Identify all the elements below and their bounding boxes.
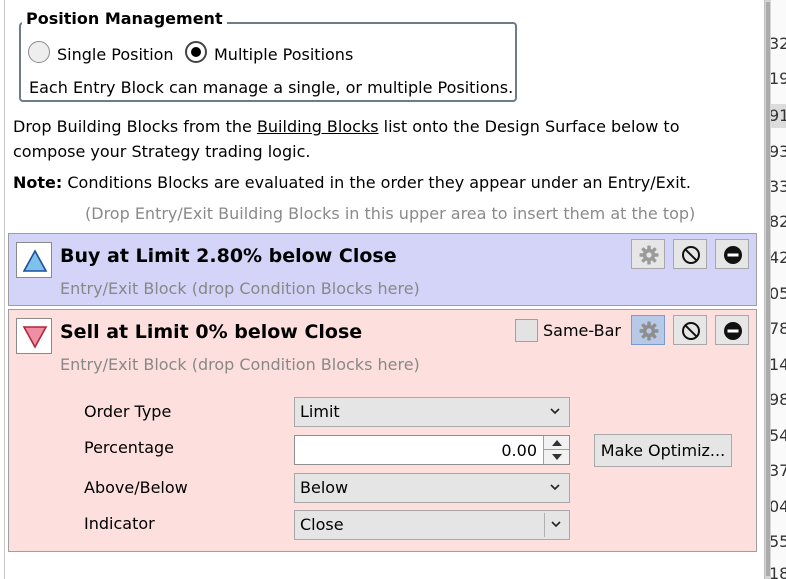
edge-number: 32	[771, 34, 786, 53]
percentage-label: Percentage	[84, 438, 175, 457]
edge-number: 78	[771, 319, 786, 338]
above-below-label: Above/Below	[84, 478, 188, 497]
same-bar-checkbox[interactable]	[515, 319, 538, 342]
instructions-line-1: Drop Building Blocks from the Building B…	[13, 117, 680, 136]
indicator-label: Indicator	[84, 514, 155, 533]
buy-block-subtitle: Entry/Exit Block (drop Condition Blocks …	[60, 279, 420, 298]
edge-number: 55	[771, 532, 786, 551]
gear-icon	[639, 245, 659, 265]
buy-block-title: Buy at Limit 2.80% below Close	[60, 245, 397, 267]
minus-circle-icon	[724, 246, 742, 264]
note-text: Conditions Blocks are evaluated in the o…	[62, 173, 691, 192]
building-blocks-link[interactable]: Building Blocks	[257, 117, 379, 136]
position-management-description: Each Entry Block can manage a single, or…	[29, 78, 514, 97]
edge-number: 05	[771, 284, 786, 303]
spin-up-icon	[552, 440, 562, 446]
above-below-value: Below	[300, 478, 349, 497]
note-line: Note: Conditions Blocks are evaluated in…	[13, 172, 691, 194]
make-optimizable-button[interactable]: Make Optimiz...	[594, 434, 732, 467]
indicator-select[interactable]: Close	[294, 510, 570, 540]
sell-remove-button[interactable]	[715, 315, 749, 345]
single-position-radio[interactable]	[28, 41, 50, 63]
chevron-down-icon	[550, 484, 560, 491]
edge-number: 82	[771, 212, 786, 231]
edge-number: 33	[771, 177, 786, 196]
spin-down-button[interactable]	[544, 450, 569, 464]
order-type-label: Order Type	[84, 402, 172, 421]
position-management-legend: Position Management	[22, 9, 227, 29]
spin-up-button[interactable]	[544, 436, 569, 450]
order-type-select[interactable]: Limit	[294, 397, 570, 427]
percentage-value: 0.00	[501, 441, 537, 460]
buy-disable-button[interactable]	[673, 239, 707, 269]
vertical-scrollbar[interactable]	[764, 0, 771, 579]
sell-disable-button[interactable]	[673, 315, 707, 345]
note-label: Note:	[13, 173, 63, 192]
edge-number: 14	[771, 355, 786, 374]
order-type-value: Limit	[300, 402, 340, 421]
triangle-up-icon	[16, 242, 52, 278]
edge-number: 37	[771, 461, 786, 480]
multiple-positions-label[interactable]: Multiple Positions	[214, 45, 353, 65]
edge-number: 04	[771, 497, 786, 516]
adjacent-data-column: 32 19 914 93 33 82 42 05 78 14 98 54 37 …	[771, 0, 786, 579]
edge-number: 98	[771, 390, 786, 409]
edge-number: 18	[771, 564, 786, 579]
spin-down-icon	[552, 454, 562, 460]
buy-entry-block[interactable]: Buy at Limit 2.80% below Close Entry/Exi…	[8, 233, 757, 306]
sell-block-subtitle: Entry/Exit Block (drop Condition Blocks …	[60, 355, 420, 374]
triangle-down-icon	[16, 318, 52, 354]
scrollbar-thumb[interactable]	[766, 2, 770, 576]
edge-number: 19	[771, 69, 786, 88]
sell-entry-block[interactable]: Sell at Limit 0% below Close Entry/Exit …	[8, 309, 757, 552]
disable-icon	[682, 246, 700, 264]
same-bar-label[interactable]: Same-Bar	[543, 321, 621, 341]
indicator-divider	[544, 513, 545, 537]
single-position-label[interactable]: Single Position	[57, 45, 174, 65]
sell-block-title: Sell at Limit 0% below Close	[60, 321, 363, 343]
indicator-value: Close	[300, 515, 344, 534]
edge-number: 42	[771, 248, 786, 267]
multiple-positions-radio[interactable]	[185, 41, 207, 63]
chevron-down-icon	[551, 521, 561, 528]
above-below-select[interactable]: Below	[294, 473, 570, 503]
buy-remove-button[interactable]	[715, 239, 749, 269]
edge-number: 93	[771, 142, 786, 161]
buy-settings-button[interactable]	[631, 239, 665, 269]
position-management-group: Single Position Multiple Positions Each …	[19, 22, 517, 102]
gear-icon	[639, 321, 659, 341]
minus-circle-icon	[724, 322, 742, 340]
edge-number: 914	[771, 104, 786, 128]
sell-settings-button[interactable]	[631, 315, 665, 345]
percentage-input[interactable]: 0.00	[294, 435, 570, 465]
percentage-spinner	[543, 436, 569, 464]
edge-number: 54	[771, 426, 786, 445]
disable-icon	[682, 322, 700, 340]
instructions-line-2: compose your Strategy trading logic.	[13, 142, 311, 161]
top-drop-hint: (Drop Entry/Exit Building Blocks in this…	[85, 204, 696, 223]
chevron-down-icon	[550, 408, 560, 415]
